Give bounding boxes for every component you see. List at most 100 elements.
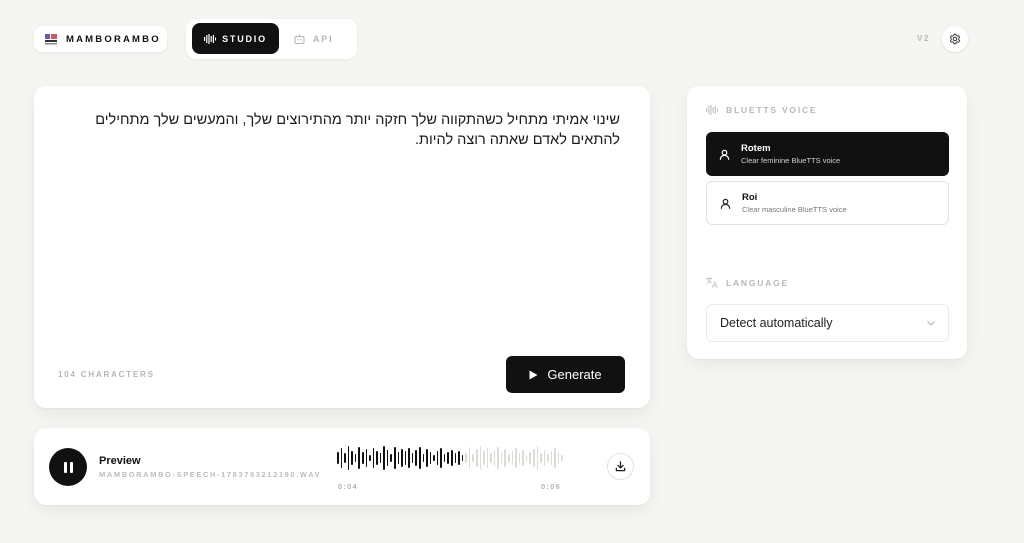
waveform-bar [511,451,514,465]
waveform-bar [415,450,417,466]
language-heading-text: LANGUAGE [726,277,790,288]
waveform-bar [497,447,499,469]
waveform-bar [340,448,343,468]
waveform-bar [379,453,382,463]
waveform-bar [490,453,492,463]
generate-button-label: Generate [547,367,602,382]
download-icon [615,461,626,472]
waveform-bar [422,454,425,462]
waveform-bar [518,453,521,463]
user-icon [719,149,730,160]
tab-api-label: API [313,33,334,44]
waveform-bar [508,454,510,462]
voice-section-heading: BLUETTS VOICE [706,105,817,115]
waveform-bar [550,451,553,465]
preview-filename: MAMBORAMBO-SPEECH-1783793212190.WAV [99,470,322,479]
pause-button[interactable] [49,448,87,486]
waveform-bar [483,451,485,465]
main-nav: STUDIO API [186,19,357,59]
waveform-bar [394,447,396,469]
waveform-bar [365,449,368,467]
waveform-bar [376,451,378,465]
settings-button[interactable] [942,26,968,52]
tab-api[interactable]: API [294,23,344,54]
waveform-bar [525,455,528,461]
waveform-bar [369,455,371,461]
waveform-bar [472,454,474,462]
waveform-bar [351,451,353,465]
waveform-bar [358,447,360,469]
generate-button[interactable]: Generate [506,356,625,393]
current-time: 0:04 [338,482,358,491]
waveform-bar [454,453,457,463]
waveform-bar [404,451,407,465]
waveform-bar [337,452,339,464]
waveform-bar [536,446,539,470]
voice-option-roi[interactable]: Roi Clear masculine BlueTTS voice [706,181,949,225]
waveform-bar [461,455,464,461]
voice-heading-text: BLUETTS VOICE [726,105,818,115]
waveform-bar [458,451,460,465]
tab-studio-label: STUDIO [222,33,267,44]
waveform-bar [500,452,503,464]
waveform-bar [347,446,350,470]
waveform-bar [397,452,400,464]
version-label: V2 [917,34,930,43]
tab-studio[interactable]: STUDIO [192,23,279,54]
download-button[interactable] [607,453,634,480]
waveform-bar [433,455,435,461]
waveform-scrubber[interactable] [337,444,563,472]
waveform-bar [493,450,496,466]
gear-icon [949,33,961,45]
waveform-bar [361,452,364,464]
language-section-heading: LANGUAGE [706,277,789,288]
waveform-bar [479,446,482,470]
waveform-bar [486,448,489,468]
waveform-bar [515,448,517,468]
chevron-down-icon [927,320,935,326]
waveform-bar [543,450,546,466]
preview-player: Preview MAMBORAMBO-SPEECH-1783793212190.… [34,428,650,505]
waveform-bar [411,453,414,463]
waveform-bar [440,448,442,468]
waveform-bar [475,449,478,467]
brand-logo-icon [44,32,58,46]
waveform-bar [532,449,535,467]
waveform-bar [418,447,421,469]
language-selected-value: Detect automatically [720,316,833,330]
waveform-bar [390,454,392,462]
user-icon [720,198,731,209]
waveform-bar [547,454,549,462]
voice-option-rotem[interactable]: Rotem Clear feminine BlueTTS voice [706,132,949,176]
waveform-bar [447,452,449,464]
play-icon [529,370,538,379]
brand-name: MAMBORAMBO [66,33,161,45]
voice-name: Roi [742,191,758,203]
pause-icon [63,461,67,473]
voice-description: Clear feminine BlueTTS voice [741,155,841,165]
preview-title: Preview [99,455,141,467]
waveform-bar [468,447,471,469]
translate-icon [706,277,718,288]
waveform-bar [429,452,432,464]
waveform-bar [443,454,446,462]
waveform-bar [554,448,556,468]
language-select[interactable]: Detect automatically [706,304,949,342]
waveform-bar [504,449,506,467]
total-time: 0:06 [541,482,561,491]
voice-name: Rotem [741,142,771,154]
waveform-bar [408,448,410,468]
waveform-bar [451,450,453,466]
waveform-bar [529,452,531,464]
waveform-bar [557,452,560,464]
waveform-bar [436,451,439,465]
waveform-bar [386,450,389,466]
character-count: 104 CHARACTERS [58,370,155,379]
voice-description: Clear masculine BlueTTS voice [742,204,847,214]
text-input[interactable]: שינוי אמיתי מתחיל כשהתקווה שלך חזקה יותר… [58,110,620,150]
waveform-icon [706,105,718,115]
brand-badge[interactable]: MAMBORAMBO [34,26,167,52]
waveform-bar [372,448,375,468]
waveform-bar [426,449,428,467]
waveform-bar [401,449,403,467]
